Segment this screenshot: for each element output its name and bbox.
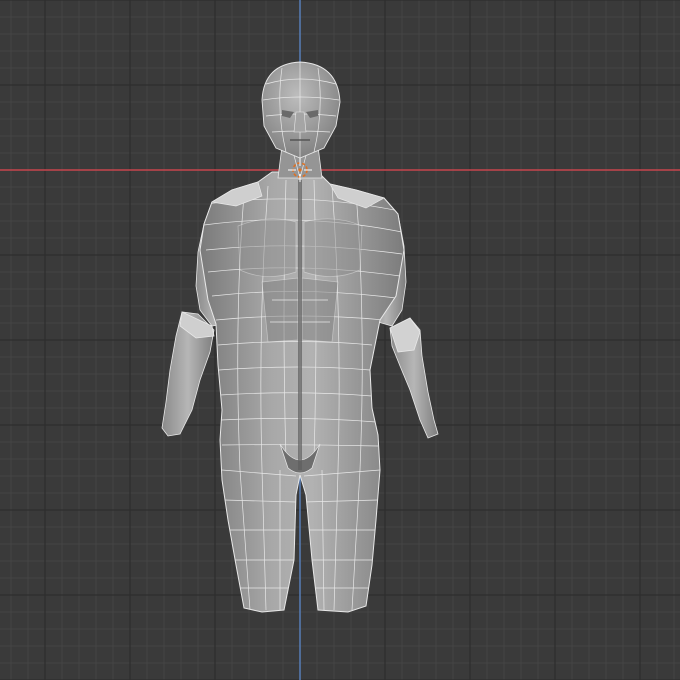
cursor-overlay	[288, 158, 312, 182]
3d-viewport[interactable]	[0, 0, 680, 680]
3d-cursor-icon[interactable]	[288, 158, 312, 182]
